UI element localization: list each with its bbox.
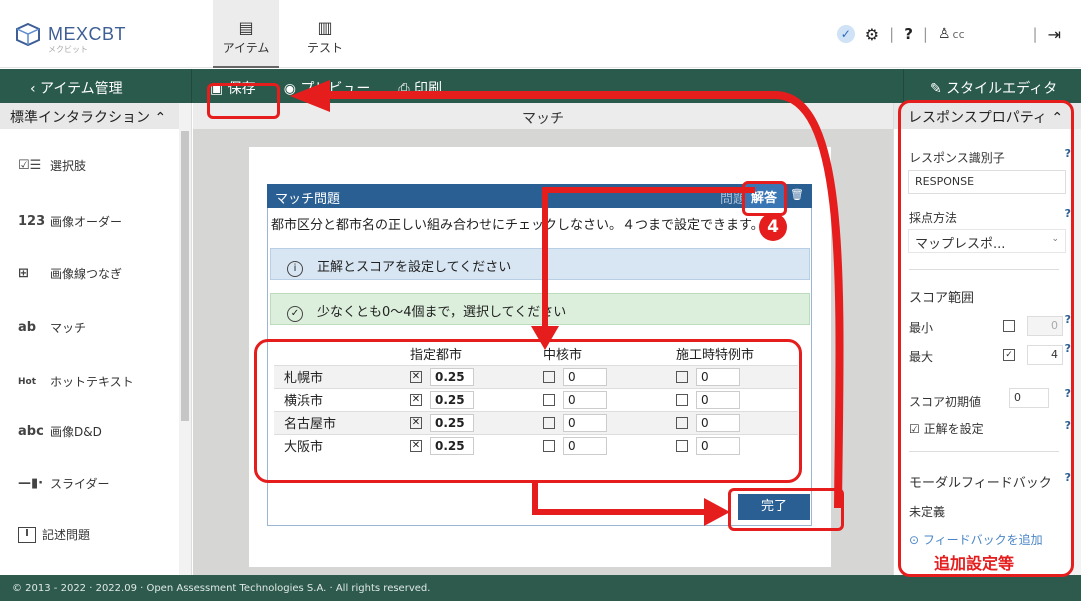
question-title: マッチ問題 xyxy=(275,192,341,207)
brand-name: MEXCBT xyxy=(48,23,127,44)
done-highlight xyxy=(728,488,844,531)
tab-item-label: アイテム xyxy=(222,41,270,55)
interaction-label: スライダー xyxy=(50,477,110,491)
interaction-label: 記述問題 xyxy=(42,528,91,542)
preview-label: プレビュー xyxy=(300,81,371,97)
interaction-graphic-associate[interactable]: ⊞ 画像線つなぎ xyxy=(18,265,122,282)
check-circle-icon: ✓ xyxy=(287,306,303,322)
top-right-controls: ✓ ⚙ | ? | ♙ cc | ⇥ xyxy=(827,22,1061,46)
step-badge: 4 xyxy=(759,213,787,241)
action-bar: ‹ アイテム管理 ▣ 保存 ◉ プレビュー ⎙ 印刷 ✎ スタイルエディタ xyxy=(0,69,1081,103)
logo[interactable]: MEXCBT メクビット xyxy=(14,22,127,54)
panel-header-label: 標準インタラクション xyxy=(10,110,150,126)
tab-item[interactable]: ▤ アイテム xyxy=(213,0,279,68)
order-icon: 123 xyxy=(18,214,46,229)
interaction-label: 選択肢 xyxy=(50,159,87,173)
check-circle-icon[interactable]: ✓ xyxy=(836,25,855,43)
save-highlight xyxy=(207,83,280,119)
slider-icon: —▮· xyxy=(18,476,44,491)
style-editor-label: スタイルエディタ xyxy=(946,81,1058,97)
preview-button[interactable]: ◉ プレビュー xyxy=(284,78,371,98)
interaction-label: ホットテキスト xyxy=(50,375,134,389)
interaction-label: 画像オーダー xyxy=(50,215,123,229)
choice-icon: ☑☰ xyxy=(18,158,42,173)
brush-icon: ✎ xyxy=(930,81,947,97)
question-prompt[interactable]: 都市区分と都市名の正しい組み合わせにチェックしなさい。４つまで設定できます。 xyxy=(271,214,796,233)
top-bar: MEXCBT メクビット ▤ アイテム ▥ テスト ✓ ⚙ | ? | ♙ cc… xyxy=(0,0,1081,68)
print-button[interactable]: ⎙ 印刷 xyxy=(398,78,442,98)
footer: © 2013 - 2022 · 2022.09 · Open Assessmen… xyxy=(0,575,1081,601)
cube-logo-icon xyxy=(16,22,40,46)
tab-test[interactable]: ▥ テスト xyxy=(292,0,358,68)
test-icon: ▥ xyxy=(317,18,333,37)
table-highlight xyxy=(254,339,802,483)
hottext-icon: Hot xyxy=(18,376,37,387)
scroll-thumb[interactable] xyxy=(181,131,189,421)
info-alert: i 正解とスコアを設定してください xyxy=(270,248,810,280)
style-editor-button[interactable]: ✎ スタイルエディタ xyxy=(903,69,1081,103)
divider: | xyxy=(922,25,928,43)
divider: | xyxy=(889,25,895,43)
interaction-panel-header[interactable]: 標準インタラクション ⌃ xyxy=(0,103,191,129)
user-icon[interactable]: ♙ xyxy=(938,26,951,42)
interaction-graphic-order[interactable]: 123 画像オーダー xyxy=(18,213,122,230)
interaction-panel: 標準インタラクション ⌃ ☑☰ 選択肢 123 画像オーダー ⊞ 画像線つなぎ ab マ… xyxy=(0,103,192,575)
divider: | xyxy=(1032,25,1038,43)
success-alert: ✓ 少なくとも0〜4個まで，選択してください xyxy=(270,293,810,325)
help-icon[interactable]: ? xyxy=(904,25,913,43)
properties-highlight xyxy=(898,100,1074,577)
match-icon: ab xyxy=(18,320,37,335)
eye-icon: ◉ xyxy=(283,81,301,97)
interaction-slider[interactable]: —▮· スライダー xyxy=(18,475,110,492)
print-icon: ⎙ xyxy=(398,81,415,97)
interaction-match[interactable]: ab マッチ xyxy=(18,319,86,336)
trash-icon[interactable]: 🗑 xyxy=(790,188,804,201)
interaction-choice[interactable]: ☑☰ 選択肢 xyxy=(18,157,86,174)
gap-match-icon: abc xyxy=(18,424,44,439)
print-label: 印刷 xyxy=(414,81,443,97)
interaction-label: 画像D&D xyxy=(50,425,102,439)
back-to-item-manager[interactable]: ‹ アイテム管理 xyxy=(0,69,192,103)
interaction-label: 画像線つなぎ xyxy=(50,267,123,281)
answer-tab-highlight xyxy=(742,181,787,216)
associate-icon: ⊞ xyxy=(18,266,29,281)
canvas-title: マッチ xyxy=(193,103,893,129)
extra-settings-caption: 追加設定等 xyxy=(934,554,1015,573)
left-scrollbar[interactable] xyxy=(179,103,191,575)
logout-icon[interactable]: ⇥ xyxy=(1048,25,1061,44)
settings-gear-icon[interactable]: ⚙ xyxy=(865,25,879,44)
tab-test-label: テスト xyxy=(306,41,343,55)
question-header: マッチ問題 問題 解答 🗑 xyxy=(267,184,812,208)
interaction-label: マッチ xyxy=(50,321,87,335)
interaction-hottext[interactable]: Hot ホットテキスト xyxy=(18,373,134,390)
brand-subtitle: メクビット xyxy=(48,45,88,54)
user-name[interactable]: cc xyxy=(953,28,1023,41)
success-alert-text: 少なくとも0〜4個まで，選択してください xyxy=(317,305,567,320)
chevron-up-icon: ⌃ xyxy=(154,110,167,126)
text-entry-icon: I xyxy=(18,526,36,543)
info-alert-text: 正解とスコアを設定してください xyxy=(317,260,512,275)
item-icon: ▤ xyxy=(238,18,254,37)
interaction-extended-text[interactable]: I 記述問題 xyxy=(18,526,90,543)
interaction-graphic-gap-match[interactable]: abc 画像D&D xyxy=(18,423,102,440)
info-icon: i xyxy=(287,261,303,277)
